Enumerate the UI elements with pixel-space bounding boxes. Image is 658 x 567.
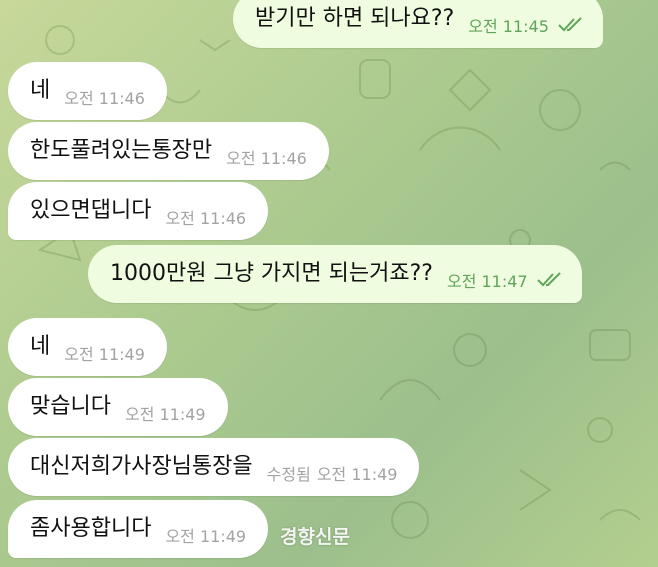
- message-meta: 오전 11:47: [447, 268, 564, 292]
- message-bubble-outgoing[interactable]: 받기만 하면 되나요?? 오전 11:45: [233, 0, 603, 48]
- message-time: 오전 11:46: [165, 209, 247, 228]
- message-text: 1000만원 그냥 가지면 되는거죠??: [110, 261, 433, 286]
- message-time: 오전 11:49: [124, 405, 206, 424]
- message-bubble-incoming[interactable]: 있으면댑니다 오전 11:46: [8, 182, 269, 240]
- message-time: 오전 11:45: [468, 17, 549, 36]
- message-text: 맞습니다: [30, 394, 111, 419]
- message-time: 오전 11:46: [64, 89, 145, 108]
- message-bubble-incoming[interactable]: 한도풀려있는통장만 오전 11:46: [8, 122, 329, 180]
- message-meta: 수정됨 오전 11:49: [267, 461, 398, 485]
- message-meta: 오전 11:49: [64, 341, 145, 365]
- message-time: 오전 11:49: [64, 345, 145, 364]
- message-bubble-outgoing[interactable]: 1000만원 그냥 가지면 되는거죠?? 오전 11:47: [88, 245, 582, 303]
- message-text: 좀사용합니다: [30, 516, 152, 541]
- message-meta: 오전 11:49: [165, 523, 246, 547]
- message-meta: 오전 11:46: [165, 205, 246, 229]
- message-text: 받기만 하면 되나요??: [255, 6, 455, 31]
- message-meta: 오전 11:46: [64, 85, 145, 109]
- message-text: 대신저희가사장님통장을: [30, 454, 253, 479]
- double-check-icon: [558, 17, 582, 32]
- message-text: 한도풀려있는통장만: [30, 138, 213, 163]
- message-text: 있으면댑니다: [30, 198, 152, 223]
- message-text: 네: [30, 78, 51, 103]
- edited-label: 수정됨: [266, 465, 311, 484]
- message-bubble-incoming[interactable]: 좀사용합니다 오전 11:49: [8, 500, 269, 558]
- double-check-icon: [536, 272, 561, 287]
- message-text: 네: [30, 334, 51, 359]
- chat-message-list[interactable]: 받기만 하면 되나요?? 오전 11:45 네 오전 11:46 한도풀려있는통…: [0, 0, 658, 567]
- message-meta: 오전 11:49: [125, 401, 206, 425]
- message-time: 오전 11:49: [316, 465, 398, 484]
- message-bubble-incoming[interactable]: 네 오전 11:49: [8, 318, 167, 376]
- message-bubble-incoming[interactable]: 맞습니다 오전 11:49: [8, 378, 228, 436]
- message-meta: 오전 11:45: [468, 13, 585, 37]
- message-time: 오전 11:47: [446, 272, 528, 291]
- message-time: 오전 11:49: [165, 527, 247, 546]
- message-meta: 오전 11:46: [226, 145, 307, 169]
- message-bubble-incoming[interactable]: 대신저희가사장님통장을 수정됨 오전 11:49: [8, 438, 420, 496]
- message-bubble-incoming[interactable]: 네 오전 11:46: [8, 62, 167, 120]
- message-time: 오전 11:46: [226, 149, 307, 168]
- watermark-logo: 경향신문: [280, 526, 350, 548]
